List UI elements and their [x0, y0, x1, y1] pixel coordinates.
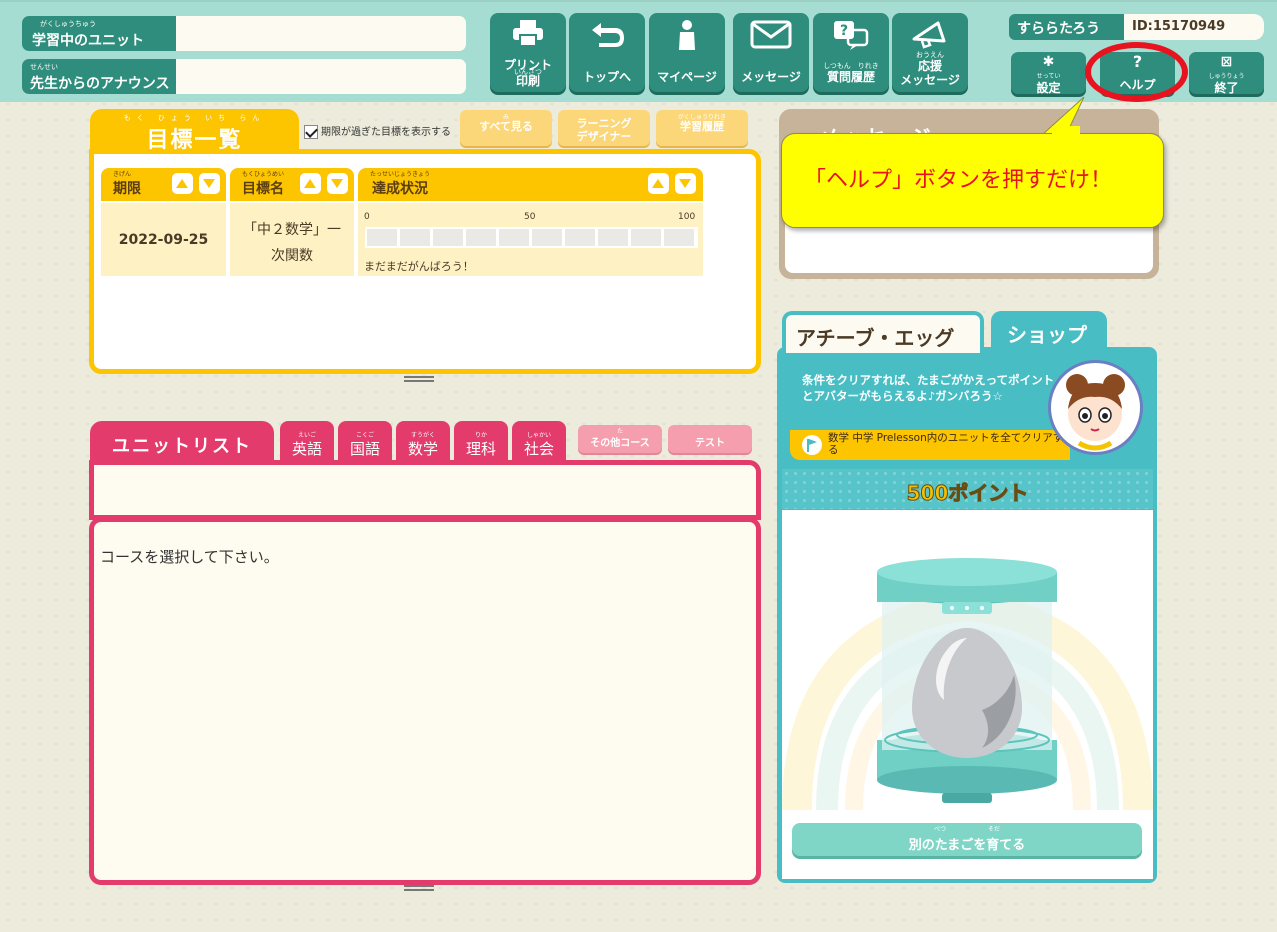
user-id: ID:15170949 [1124, 14, 1264, 40]
announcement-label: せんせい 先生からのアナウンス [22, 59, 176, 94]
help-callout: 「ヘルプ」ボタンを押すだけ！ [781, 133, 1164, 228]
settings-button[interactable]: ✱ せってい 設定 [1011, 52, 1086, 95]
messages-button[interactable]: メッセージ [733, 13, 809, 92]
egg-description: 条件をクリアすれば、たまごがかえってポイントとアバターがもらえるよ♪ガンバろう☆ [802, 373, 1055, 403]
flag-icon [802, 435, 822, 455]
announcement-field: せんせい 先生からのアナウンス [22, 59, 466, 94]
gear-icon: ✱ [1042, 54, 1055, 70]
goal-progress-bar [365, 227, 698, 248]
sort-desc-icon[interactable] [199, 173, 220, 194]
checkbox-checked-icon[interactable] [304, 125, 318, 139]
return-arrow-icon [592, 23, 624, 47]
tab-math[interactable]: すうがく 数学 [396, 421, 450, 463]
tab-social-studies[interactable]: しゃかい 社会 [512, 421, 566, 463]
goal-name-cell: 「中２数学」一 次関数 [230, 203, 354, 276]
column-header-progress: たっせいじょうきょう 達成状況 [358, 168, 703, 201]
egg-capsule-image [782, 558, 1153, 811]
progress-segment [664, 229, 694, 246]
sort-asc-icon[interactable] [648, 173, 669, 194]
other-course-button[interactable]: た その他コース [578, 425, 662, 453]
tab-achieve-egg[interactable]: アチーブ・エッグ [782, 311, 984, 353]
sort-desc-icon[interactable] [675, 173, 696, 194]
avatar [1048, 360, 1143, 455]
print-button[interactable]: プリント いんさつ 印刷 [490, 13, 566, 92]
sort-desc-icon[interactable] [327, 173, 348, 194]
egg-points: 500ポイント [782, 469, 1153, 509]
progress-segment [367, 229, 397, 246]
goal-deadline-cell: 2022-09-25 [101, 203, 226, 276]
top-button[interactable]: トップへ [569, 13, 645, 92]
progress-segment [466, 229, 496, 246]
goal-status-text: まだまだがんばろう！ [364, 260, 474, 273]
resize-handle[interactable] [404, 376, 434, 382]
column-header-goal-name: もくひょうめい 目標名 [230, 168, 354, 201]
progress-segment [499, 229, 529, 246]
learning-designer-button[interactable]: ラーニング デザイナー [558, 110, 650, 146]
unit-list-header-area [89, 460, 761, 520]
progress-segment [400, 229, 430, 246]
grow-another-egg-button[interactable]: べつ そだ 別のたまごを育てる [792, 823, 1142, 856]
unit-list-body: コースを選択して下さい。 [89, 517, 761, 885]
current-unit-field: がくしゅうちゅう 学習中のユニット [22, 16, 466, 51]
help-highlight-ring [1085, 42, 1188, 102]
cheer-message-button[interactable]: おうえん 応援 メッセージ [892, 13, 968, 92]
mypage-button[interactable]: マイページ [649, 13, 725, 92]
egg-condition: 数学 中学 Prelesson内のユニットを全てクリアする [790, 430, 1070, 460]
progress-segment [631, 229, 661, 246]
tab-english[interactable]: えいご 英語 [280, 421, 334, 463]
show-expired-goals-checkbox[interactable]: 期限が過ぎた目標を表示する [304, 123, 451, 139]
header-bar: がくしゅうちゅう 学習中のユニット せんせい 先生からのアナウンス プリント い… [0, 0, 1277, 102]
current-unit-label: がくしゅうちゅう 学習中のユニット [22, 16, 176, 51]
question-bubble-icon: ? [834, 21, 869, 50]
user-name: すららたろう [1009, 14, 1124, 40]
tab-science[interactable]: りか 理科 [454, 421, 508, 463]
question-history-button[interactable]: ? しつもん りれき 質問履歴 [813, 13, 889, 92]
progress-segment [598, 229, 628, 246]
megaphone-icon [912, 21, 946, 49]
tab-japanese[interactable]: こくご 国語 [338, 421, 392, 463]
sort-asc-icon[interactable] [172, 173, 193, 194]
column-header-deadline: きげん 期限 [101, 168, 226, 201]
view-all-button[interactable]: み すべて見る [460, 110, 552, 146]
progress-segment [433, 229, 463, 246]
select-course-message: コースを選択して下さい。 [100, 548, 279, 566]
sort-asc-icon[interactable] [300, 173, 321, 194]
close-icon: ⊠ [1220, 54, 1233, 70]
learning-history-button[interactable]: がくしゅうりれき 学習履歴 [656, 110, 748, 146]
printer-icon [513, 20, 543, 47]
unit-list-title: ユニットリスト [90, 421, 274, 463]
person-icon [679, 20, 695, 50]
progress-segment [565, 229, 595, 246]
goal-list-title: もく ひょう いち らん 目標一覧 [90, 109, 299, 154]
exit-button[interactable]: ⊠ しゅうりょう 終了 [1189, 52, 1264, 95]
tab-shop[interactable]: ショップ [991, 311, 1107, 351]
test-button[interactable]: テスト [668, 425, 752, 453]
progress-segment [532, 229, 562, 246]
envelope-icon [750, 20, 792, 49]
resize-handle[interactable] [404, 885, 434, 891]
help-callout-text: 「ヘルプ」ボタンを押すだけ！ [804, 168, 1113, 193]
